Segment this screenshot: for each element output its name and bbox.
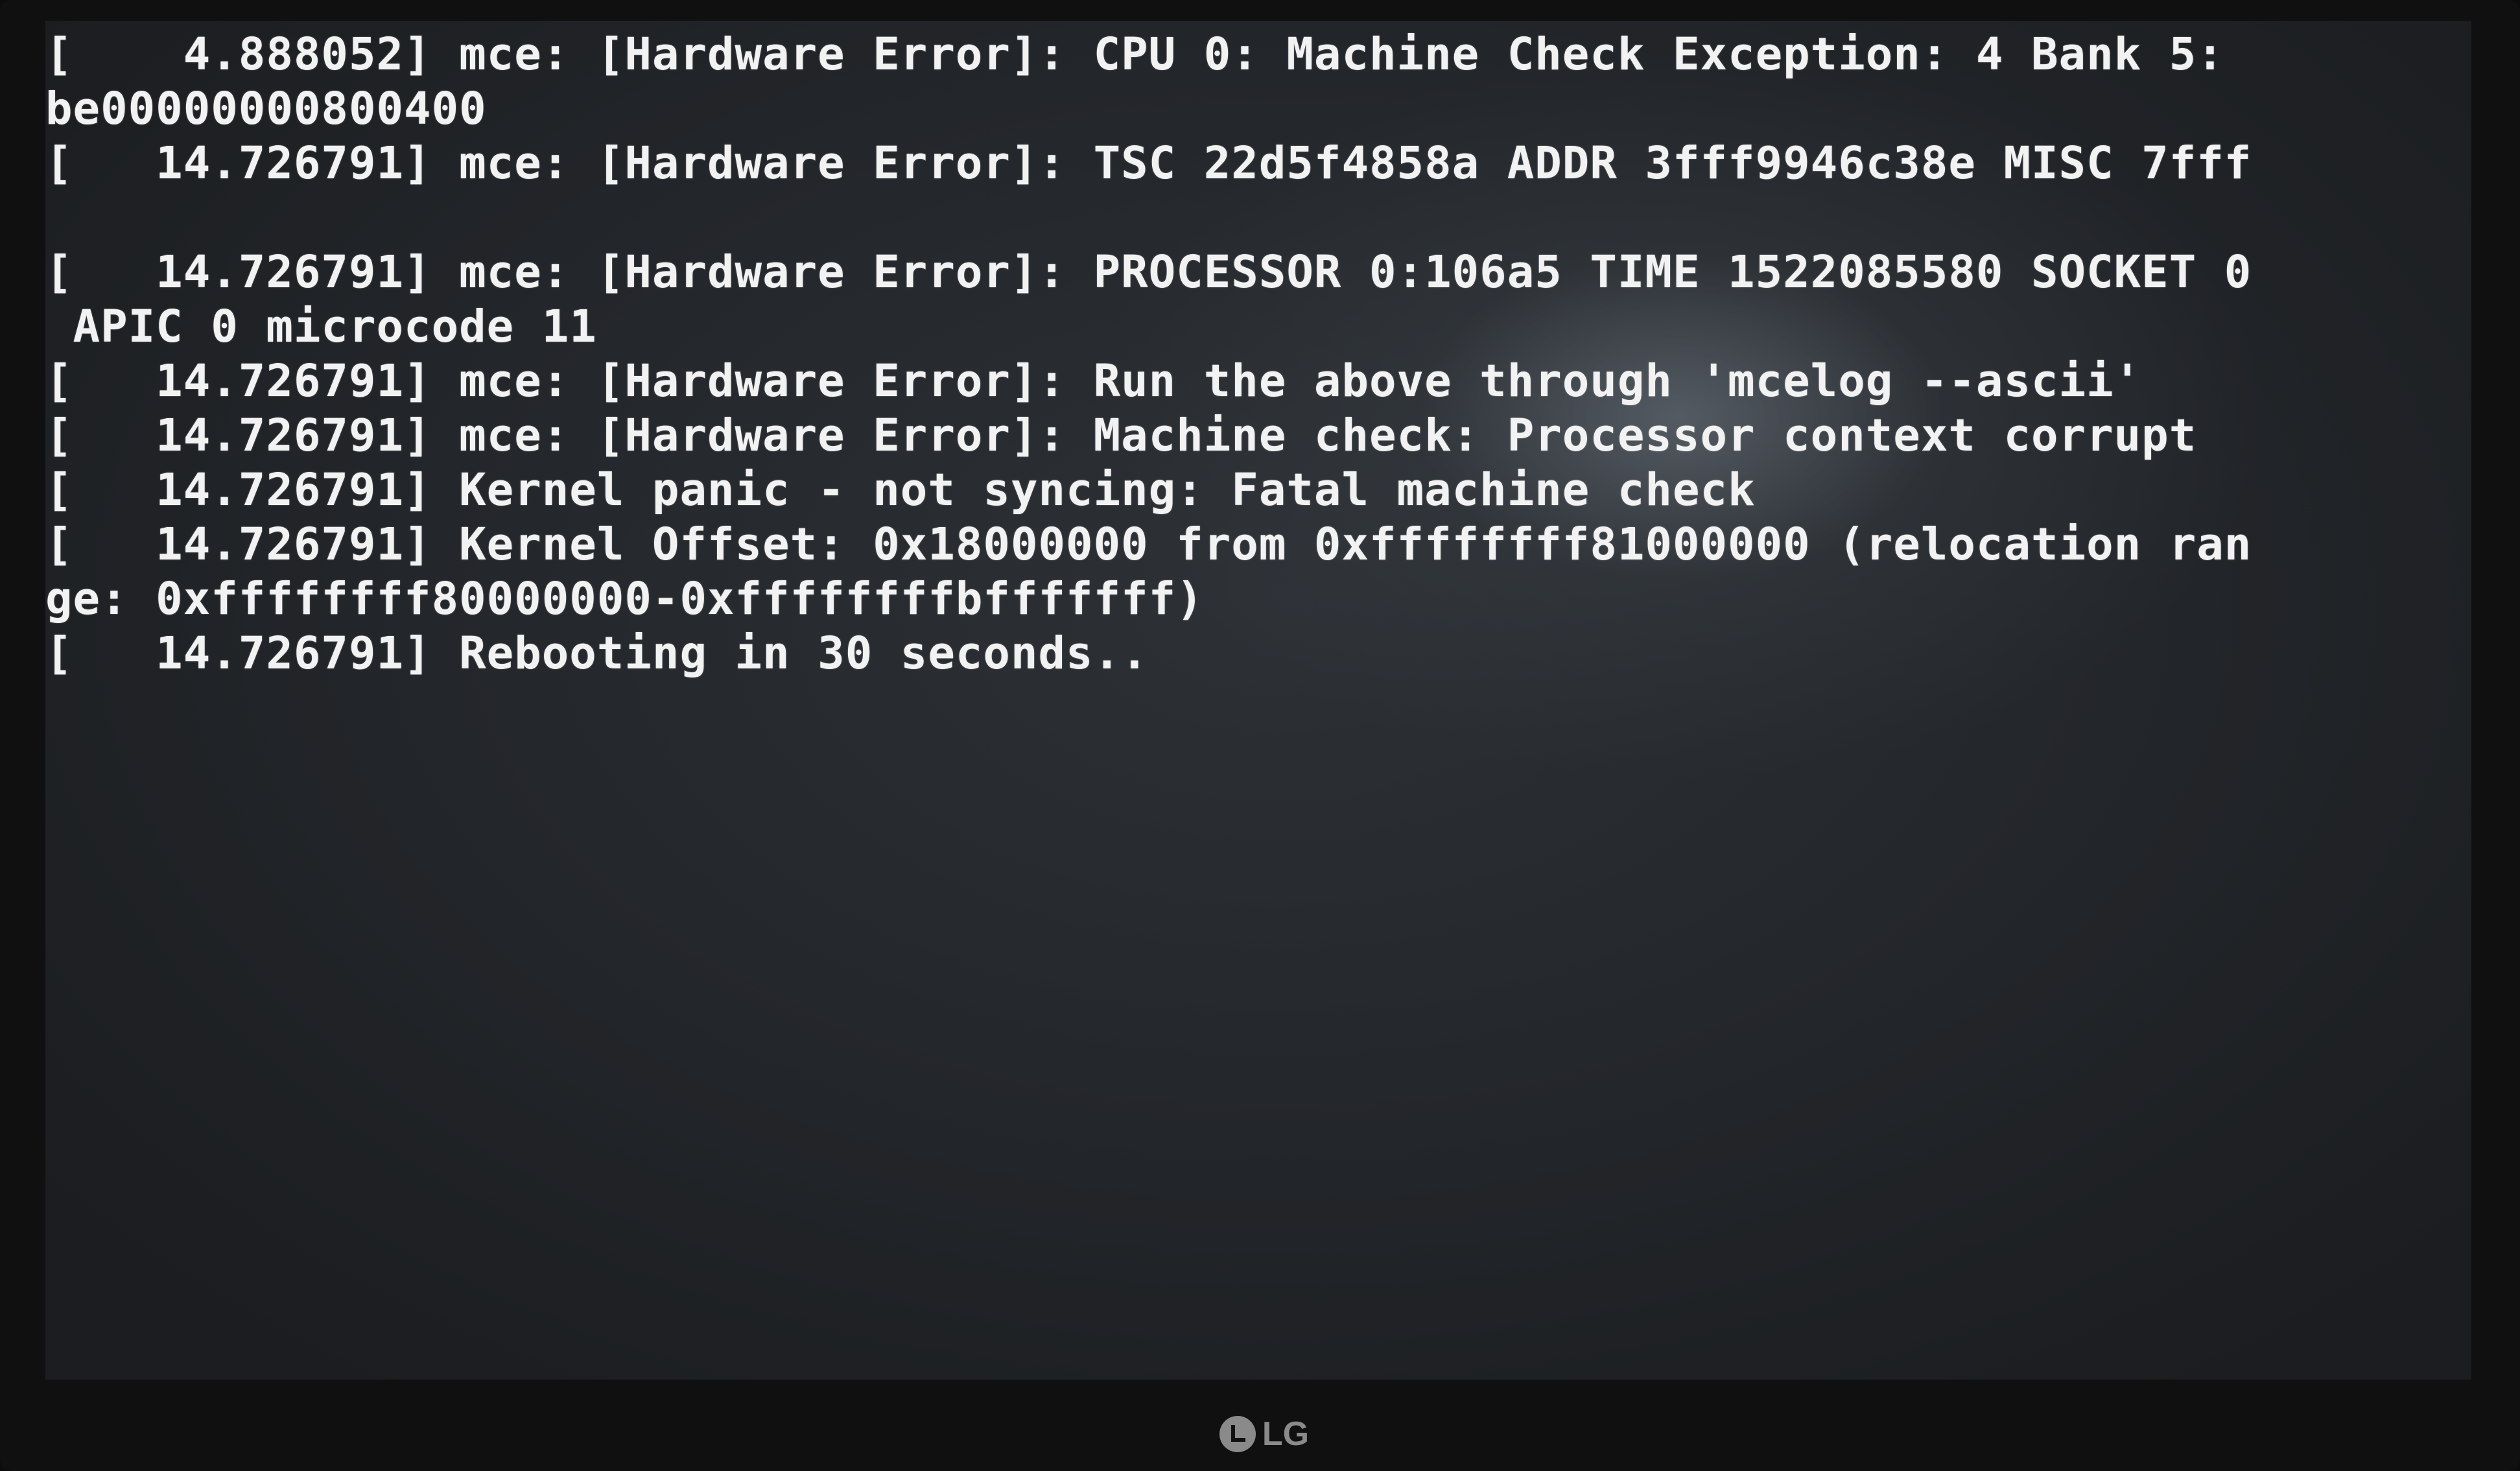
console-line: APIC 0 microcode 11 bbox=[45, 301, 597, 353]
console-line: [ 14.726791] mce: [Hardware Error]: PROC… bbox=[45, 246, 2252, 298]
console-line: [ 14.726791] mce: [Hardware Error]: TSC … bbox=[45, 137, 2252, 189]
console-line: be00000000800400 bbox=[45, 83, 487, 135]
lg-logo-icon bbox=[1219, 1416, 1256, 1452]
console-line: [ 14.726791] mce: [Hardware Error]: Mach… bbox=[45, 410, 2197, 462]
console-line: [ 14.726791] Kernel Offset: 0x18000000 f… bbox=[45, 519, 2252, 571]
console-line: [ 4.888052] mce: [Hardware Error]: CPU 0… bbox=[45, 29, 2224, 80]
monitor-brand-text: LG bbox=[1262, 1415, 1310, 1453]
console-line: [ 14.726791] Rebooting in 30 seconds.. bbox=[45, 628, 1149, 679]
console-line: [ 14.726791] Kernel panic - not syncing:… bbox=[45, 464, 1756, 516]
console-line-blank bbox=[45, 191, 2471, 245]
kernel-console: [ 4.888052] mce: [Hardware Error]: CPU 0… bbox=[45, 21, 2471, 1380]
monitor-bezel: [ 4.888052] mce: [Hardware Error]: CPU 0… bbox=[0, 0, 2520, 1471]
monitor-brand-logo: LG bbox=[1206, 1408, 1323, 1460]
monitor-screen: [ 4.888052] mce: [Hardware Error]: CPU 0… bbox=[45, 21, 2471, 1380]
console-line: [ 14.726791] mce: [Hardware Error]: Run … bbox=[45, 355, 2142, 407]
console-line: ge: 0xffffffff80000000-0xffffffffbffffff… bbox=[45, 573, 1204, 625]
